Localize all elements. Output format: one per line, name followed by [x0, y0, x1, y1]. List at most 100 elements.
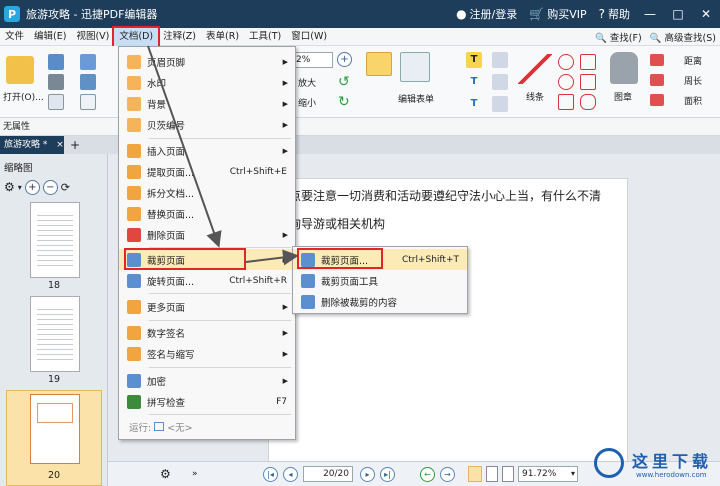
menu-item-encrypt[interactable]: 加密 ▶	[119, 370, 295, 391]
close-icon[interactable]: ✕	[698, 7, 714, 21]
menu-item-crop-pages[interactable]: 裁剪页面 ▶	[119, 249, 295, 270]
register-login-button[interactable]: ● 注册/登录	[456, 6, 517, 22]
thumbnail-page-20[interactable]	[30, 394, 80, 464]
rotate-thumbnail-icon[interactable]: ⟳	[61, 181, 70, 194]
help-button[interactable]: ? 帮助	[599, 6, 630, 22]
maximize-icon[interactable]: □	[670, 7, 686, 21]
menu-tools[interactable]: 工具(T)	[244, 28, 286, 46]
menu-item-extract-pages[interactable]: 提取页面... Ctrl+Shift+E	[119, 161, 295, 182]
last-page-icon[interactable]: ▸|	[380, 467, 395, 482]
thumbnail-page-19[interactable]	[30, 296, 80, 372]
thumbnail-options-icon[interactable]: ⚙	[4, 180, 15, 194]
facing-view-icon[interactable]	[502, 466, 514, 482]
find-button[interactable]: 🔍 查找(F)	[595, 30, 642, 44]
single-page-view-icon[interactable]	[468, 466, 482, 482]
menu-item-digital-signature[interactable]: 数字签名 ▶	[119, 322, 295, 343]
select-tool-icon[interactable]	[366, 52, 392, 76]
pentagon-shape-icon[interactable]	[580, 54, 596, 70]
zoom-plus-icon[interactable]: +	[337, 52, 352, 67]
menu-document[interactable]: 文档(D)	[112, 25, 161, 48]
menu-item-crop-pages-dialog[interactable]: 裁剪页面... Ctrl+Shift+T	[293, 249, 467, 270]
status-chevron-icon[interactable]: »	[192, 469, 198, 479]
tab-close-icon[interactable]: ×	[56, 140, 64, 150]
print-icon[interactable]	[48, 74, 64, 90]
zoom-in-label[interactable]: 放大	[298, 76, 316, 89]
menu-file[interactable]: 文件	[0, 28, 29, 46]
audio-icon[interactable]	[492, 96, 508, 112]
prev-page-icon[interactable]: ◂	[283, 467, 298, 482]
menu-view[interactable]: 视图(V)	[71, 28, 114, 46]
attach-file-icon[interactable]	[492, 52, 508, 68]
menu-item-run[interactable]: 运行: <无>	[119, 416, 295, 437]
menu-item-crop-pages-tool[interactable]: 裁剪页面工具	[293, 270, 467, 291]
circle-shape-icon[interactable]	[558, 54, 574, 70]
menu-item-rotate-pages[interactable]: 旋转页面... Ctrl+Shift+R	[119, 270, 295, 291]
line-tool-icon[interactable]	[518, 54, 552, 84]
line-label[interactable]: 线条	[526, 90, 544, 103]
ellipse-shape-icon[interactable]	[558, 74, 574, 90]
menu-window[interactable]: 窗口(W)	[286, 28, 332, 46]
new-tab-icon[interactable]: +	[70, 136, 80, 154]
save-icon[interactable]	[48, 54, 64, 70]
chevron-down-icon[interactable]: ▾	[18, 183, 22, 192]
rotate-right-icon[interactable]: ↻	[338, 94, 354, 110]
perimeter-icon[interactable]	[650, 74, 664, 86]
cloud-shape-icon[interactable]	[580, 94, 596, 110]
edit-form-label[interactable]: 编辑表单	[398, 92, 434, 105]
tab-document[interactable]: 旅游攻略 * ×	[0, 136, 64, 154]
area-icon[interactable]	[650, 94, 664, 106]
menu-item-background[interactable]: 背景 ▶	[119, 93, 295, 114]
thumbnail-zoom-in-icon[interactable]: +	[24, 179, 40, 195]
menu-comment[interactable]: 注释(Z)	[158, 28, 201, 46]
minimize-icon[interactable]: —	[642, 7, 658, 21]
document-menu: 页眉页脚 ▶ 水印 ▶ 背景 ▶ 贝茨编号 ▶ 插入页面 ▶ 提取页面... C…	[118, 46, 296, 440]
continuous-view-icon[interactable]	[486, 466, 498, 482]
stamp-label[interactable]: 图章	[614, 90, 632, 103]
menu-item-watermark[interactable]: 水印 ▶	[119, 72, 295, 93]
zoom-out-label[interactable]: 缩小	[298, 96, 316, 109]
status-options-icon[interactable]: ⚙	[160, 467, 171, 481]
next-page-icon[interactable]: ▸	[360, 467, 375, 482]
rectangle-shape-icon[interactable]	[558, 94, 574, 110]
doc-properties-icon[interactable]	[80, 94, 96, 110]
thumbnail-page-18[interactable]	[30, 202, 80, 278]
menu-item-delete-cropped-content[interactable]: 删除被裁剪的内容	[293, 291, 467, 312]
text-callout-icon[interactable]: T	[466, 74, 482, 90]
first-page-icon[interactable]: |◂	[263, 467, 278, 482]
advanced-find-button[interactable]: 🔍 高级查找(S)	[650, 30, 716, 44]
page-number-input[interactable]: 20/20	[303, 466, 353, 482]
text-note-icon[interactable]: T	[466, 96, 482, 112]
menu-item-sign-initials[interactable]: 签名与缩写 ▶	[119, 343, 295, 364]
stamp-icon[interactable]	[610, 52, 638, 84]
forward-icon[interactable]: →	[440, 467, 455, 482]
attach-link-icon[interactable]	[492, 74, 508, 90]
distance-label[interactable]: 距离	[684, 54, 702, 67]
text-box-icon[interactable]: T	[466, 52, 482, 68]
menu-item-replace-pages[interactable]: 替换页面...	[119, 203, 295, 224]
distance-icon[interactable]	[650, 54, 664, 66]
menu-item-more-pages[interactable]: 更多页面 ▶	[119, 296, 295, 317]
buy-vip-button[interactable]: 🛒 购买VIP	[529, 6, 586, 22]
zoom-select[interactable]: 2%	[293, 52, 333, 68]
menu-form[interactable]: 表单(R)	[201, 28, 244, 46]
new-doc-icon[interactable]	[48, 94, 64, 110]
open-label[interactable]: 打开(O)...	[3, 90, 44, 103]
polygon-shape-icon[interactable]	[580, 74, 596, 90]
menu-item-header-footer[interactable]: 页眉页脚 ▶	[119, 51, 295, 72]
perimeter-label[interactable]: 周长	[684, 74, 702, 87]
menu-item-bates-numbering[interactable]: 贝茨编号 ▶	[119, 114, 295, 135]
menu-item-split-document[interactable]: 拆分文档...	[119, 182, 295, 203]
edit-form-icon[interactable]	[400, 52, 430, 82]
zoom-level-select[interactable]: 91.72% ▾	[518, 466, 578, 482]
email-icon[interactable]	[80, 54, 96, 70]
menu-item-insert-pages[interactable]: 插入页面 ▶	[119, 140, 295, 161]
upload-icon[interactable]	[80, 74, 96, 90]
menu-edit[interactable]: 编辑(E)	[29, 28, 71, 46]
area-label[interactable]: 面积	[684, 94, 702, 107]
menu-item-delete-pages[interactable]: 删除页面 ▶	[119, 224, 295, 245]
rotate-left-icon[interactable]: ↺	[338, 74, 354, 90]
thumbnail-zoom-out-icon[interactable]: −	[42, 179, 58, 195]
back-icon[interactable]: ←	[420, 467, 435, 482]
open-folder-icon[interactable]	[6, 56, 34, 84]
menu-item-spell-check[interactable]: 拼写检查 F7	[119, 391, 295, 412]
